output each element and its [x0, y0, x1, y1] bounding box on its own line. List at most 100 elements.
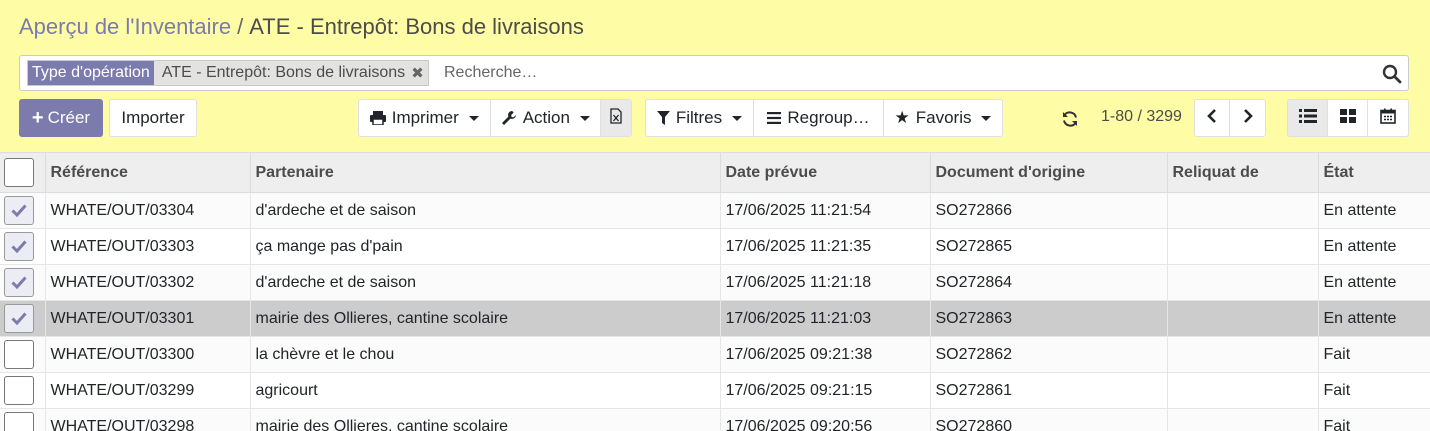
table-row[interactable]: WHATE/OUT/03304 d'ardeche et de saison 17/… — [0, 192, 1430, 229]
table-row[interactable]: WHATE/OUT/03302 d'ardeche et de saison 17/… — [0, 264, 1430, 301]
table-header-row: Référence Partenaire Date prévue Documen… — [0, 152, 1430, 193]
state-cell: En attente — [1317, 264, 1430, 301]
import-button[interactable]: Importer — [109, 99, 197, 137]
source-document-cell: SO272861 — [929, 372, 1167, 409]
select-all-checkbox[interactable] — [4, 158, 34, 187]
source-document-cell: SO272866 — [929, 192, 1167, 229]
refresh-icon[interactable] — [1061, 110, 1079, 133]
chevron-down-icon — [981, 115, 992, 121]
list-view-button[interactable] — [1288, 100, 1329, 136]
scheduled-date-cell: 17/06/2025 09:20:56 — [719, 408, 930, 431]
wrench-icon — [501, 110, 517, 126]
row-checkbox[interactable] — [4, 412, 34, 431]
row-checkbox[interactable] — [4, 304, 34, 333]
table-row[interactable]: WHATE/OUT/03299 agricourt 17/06/2025 09:21… — [0, 372, 1430, 409]
calendar-view-button[interactable] — [1368, 100, 1408, 136]
row-checkbox[interactable] — [4, 232, 34, 261]
search-icon[interactable] — [1382, 64, 1402, 84]
state-cell: En attente — [1317, 192, 1430, 229]
breadcrumb: Aperçu de l'Inventaire / ATE - Entrepôt: B… — [19, 14, 584, 40]
column-header-state[interactable]: État — [1317, 152, 1430, 193]
delivery-list: Référence Partenaire Date prévue Documen… — [0, 152, 1430, 431]
facet-value: ATE - Entrepôt: Bons de livraisons — [161, 64, 406, 81]
row-checkbox[interactable] — [4, 340, 34, 369]
reference-cell: WHATE/OUT/03302 — [44, 264, 250, 301]
search-facet[interactable]: Type d'opération ATE - Entrepôt: Bons de… — [27, 60, 429, 86]
favorites-dropdown[interactable]: ★ Favoris — [884, 100, 1002, 136]
table-row[interactable]: WHATE/OUT/03298 mairie des Ollieres, cant… — [0, 408, 1430, 431]
groupby-dropdown[interactable]: Regroup… — [754, 100, 884, 136]
column-header-backorder[interactable]: Reliquat de — [1166, 152, 1318, 193]
partner-cell: mairie des Ollieres, cantine scolaire — [249, 408, 720, 431]
table-row[interactable]: WHATE/OUT/03300 la chèvre et le chou 17/06… — [0, 336, 1430, 373]
table-row[interactable]: WHATE/OUT/03301 mairie des Ollieres, cant… — [0, 300, 1430, 337]
table-row[interactable]: WHATE/OUT/03303 ça mange pas d'pain 17/06/… — [0, 228, 1430, 265]
source-document-cell: SO272862 — [929, 336, 1167, 373]
breadcrumb-parent-link[interactable]: Aperçu de l'Inventaire — [19, 14, 231, 39]
state-cell: Fait — [1317, 372, 1430, 409]
column-header-source-document[interactable]: Document d'origine — [929, 152, 1167, 193]
view-switcher — [1287, 99, 1409, 137]
backorder-cell — [1166, 300, 1318, 337]
chevron-left-icon — [1207, 108, 1217, 129]
print-label: Imprimer — [391, 108, 459, 127]
backorder-cell — [1166, 228, 1318, 265]
column-header-scheduled-date[interactable]: Date prévue — [719, 152, 930, 193]
row-checkbox[interactable] — [4, 376, 34, 405]
create-button-label: Créer — [47, 108, 91, 127]
search-options-group: Filtres Regroup… ★ Favoris — [645, 99, 1003, 137]
kanban-view-icon — [1339, 108, 1356, 128]
bars-icon — [767, 112, 782, 124]
column-header-reference[interactable]: Référence — [44, 152, 250, 193]
pager-next-button[interactable] — [1230, 100, 1265, 136]
partner-cell: agricourt — [249, 372, 720, 409]
search-input[interactable] — [444, 62, 1344, 84]
reference-cell: WHATE/OUT/03301 — [44, 300, 250, 337]
row-checkbox[interactable] — [4, 196, 34, 225]
pager-value[interactable]: 1-80 / 3299 — [1101, 108, 1182, 126]
partner-cell: d'ardeche et de saison — [249, 264, 720, 301]
scheduled-date-cell: 17/06/2025 11:21:54 — [719, 192, 930, 229]
chevron-right-icon — [1243, 108, 1253, 129]
import-button-label: Importer — [121, 108, 185, 127]
scheduled-date-cell: 17/06/2025 11:21:18 — [719, 264, 930, 301]
backorder-cell — [1166, 336, 1318, 373]
reference-cell: WHATE/OUT/03303 — [44, 228, 250, 265]
chevron-down-icon — [579, 115, 590, 121]
filters-dropdown[interactable]: Filtres — [646, 100, 754, 136]
source-document-cell: SO272860 — [929, 408, 1167, 431]
facet-remove-icon[interactable]: ✖ — [411, 61, 428, 85]
print-dropdown[interactable]: Imprimer — [359, 100, 491, 136]
row-select-cell — [0, 228, 45, 265]
row-select-cell — [0, 408, 45, 431]
partner-cell: d'ardeche et de saison — [249, 192, 720, 229]
pager-previous-button[interactable] — [1195, 100, 1231, 136]
pager-buttons — [1194, 99, 1266, 137]
backorder-cell — [1166, 264, 1318, 301]
scheduled-date-cell: 17/06/2025 09:21:38 — [719, 336, 930, 373]
breadcrumb-current: ATE - Entrepôt: Bons de livraisons — [249, 14, 584, 39]
print-action-group: Imprimer Action — [358, 99, 632, 137]
kanban-view-button[interactable] — [1328, 100, 1368, 136]
checkmark-icon — [11, 204, 27, 217]
filter-icon — [656, 111, 670, 125]
row-select-cell — [0, 336, 45, 373]
backorder-cell — [1166, 372, 1318, 409]
checkmark-icon — [11, 240, 27, 253]
export-xlsx-button[interactable] — [601, 100, 631, 136]
partner-cell: la chèvre et le chou — [249, 336, 720, 373]
plus-icon: + — [31, 106, 44, 129]
source-document-cell: SO272865 — [929, 228, 1167, 265]
reference-cell: WHATE/OUT/03298 — [44, 408, 250, 431]
column-header-partner[interactable]: Partenaire — [249, 152, 720, 193]
row-checkbox[interactable] — [4, 268, 34, 297]
action-dropdown[interactable]: Action — [491, 100, 602, 136]
partner-cell: mairie des Ollieres, cantine scolaire — [249, 300, 720, 337]
state-cell: Fait — [1317, 408, 1430, 431]
control-panel: Aperçu de l'Inventaire / ATE - Entrepôt: B… — [0, 0, 1430, 152]
create-button[interactable]: + Créer — [19, 99, 103, 137]
reference-cell: WHATE/OUT/03299 — [44, 372, 250, 409]
backorder-cell — [1166, 408, 1318, 431]
scheduled-date-cell: 17/06/2025 11:21:35 — [719, 228, 930, 265]
state-cell: En attente — [1317, 228, 1430, 265]
